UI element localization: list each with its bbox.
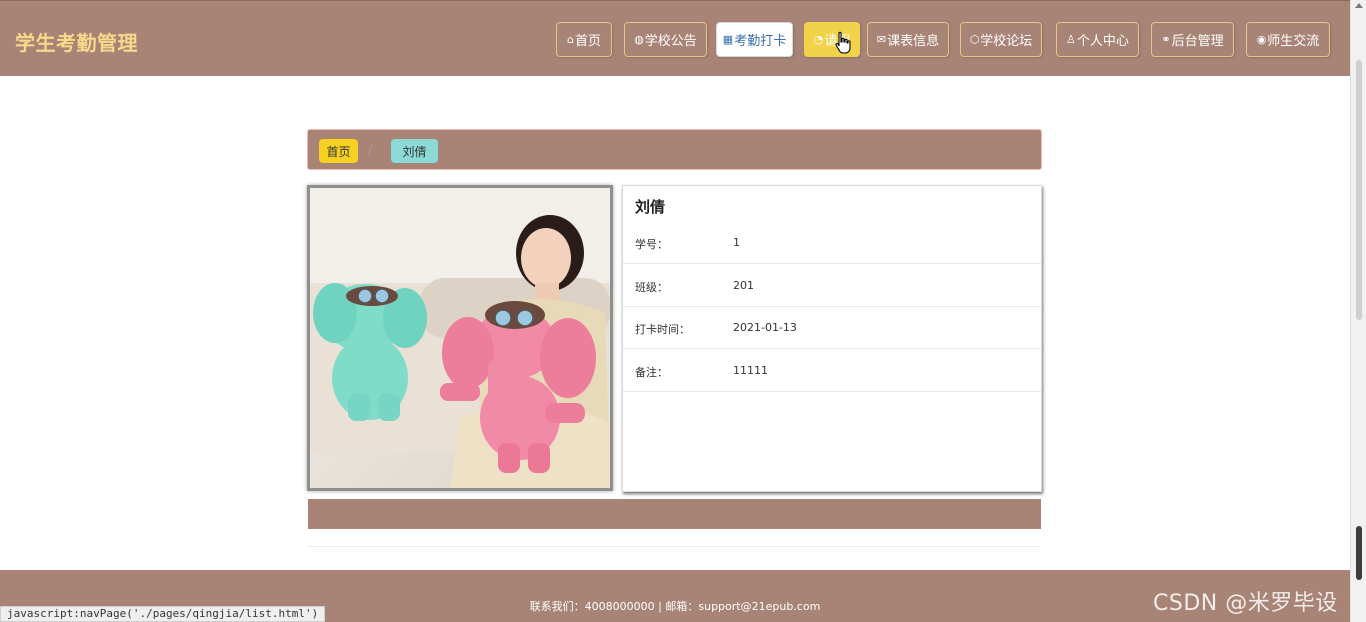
detail-value: 2021-01-13	[733, 321, 797, 334]
cube-icon: ⬡	[969, 33, 980, 46]
breadcrumb-separator: /	[368, 143, 373, 157]
hand-cursor-icon	[835, 31, 851, 54]
nav-item-label: 学校论坛	[980, 34, 1033, 49]
nav-item-label: 学校公告	[644, 34, 697, 49]
detail-label: 备注：	[635, 366, 668, 379]
nav-item-communication[interactable]: ◉ 师生交流	[1246, 22, 1330, 57]
detail-card: 刘倩 学号： 1 班级： 201 打卡时间： 2021-01-13 备注： 11…	[622, 185, 1042, 492]
detail-label: 学号：	[635, 238, 668, 251]
calendar-icon: ▦	[722, 33, 734, 46]
breadcrumb-current: 刘倩	[391, 139, 438, 163]
detail-value: 11111	[733, 364, 768, 377]
detail-name-title: 刘倩	[635, 198, 666, 216]
nav-item-label: 后台管理	[1171, 34, 1224, 49]
gauge-icon: ◔	[813, 33, 824, 46]
nav-item-timetable[interactable]: ✉ 课表信息	[867, 22, 949, 57]
nav-item-profile[interactable]: ♙ 个人中心	[1056, 22, 1139, 57]
detail-row-checkin-time: 打卡时间： 2021-01-13	[623, 306, 1041, 349]
detail-photo	[307, 185, 613, 491]
nav-item-announcements[interactable]: ◍ 学校公告	[624, 22, 707, 57]
scrollbar-thumb[interactable]	[1356, 526, 1362, 580]
detail-row-student-id: 学号： 1	[623, 221, 1041, 264]
nav-item-admin[interactable]: ⚭ 后台管理	[1151, 22, 1234, 57]
envelope-icon: ✉	[876, 33, 887, 46]
scrollbar-track-highlight	[1356, 60, 1362, 320]
detail-row-remarks: 备注： 11111	[623, 349, 1041, 392]
photo-image	[310, 188, 610, 488]
breadcrumb-home-link[interactable]: 首页	[319, 139, 358, 163]
nav-item-label: 个人中心	[1076, 34, 1129, 49]
scroll-up-arrow-icon[interactable]	[1355, 3, 1363, 8]
nav-item-attendance[interactable]: ▦ 考勤打卡	[716, 22, 793, 57]
detail-label: 班级：	[635, 281, 668, 294]
content-bottom-bar	[308, 499, 1041, 529]
breadcrumb: 首页 / 刘倩	[307, 129, 1042, 170]
link-icon: ⚭	[1161, 33, 1171, 46]
top-header: 学生考勤管理 ⌂ 首页 ◍ 学校公告 ▦ 考勤打卡 ◔ 请假 ✉ 课表信息 ⬡ …	[0, 0, 1350, 76]
user-icon: ♙	[1066, 33, 1076, 46]
detail-label: 打卡时间：	[635, 323, 690, 336]
nav-item-home[interactable]: ⌂ 首页	[556, 22, 612, 57]
detail-row-class: 班级： 201	[623, 264, 1041, 307]
detail-value: 201	[733, 279, 754, 292]
nav-item-forum[interactable]: ⬡ 学校论坛	[960, 22, 1042, 57]
site-title[interactable]: 学生考勤管理	[15, 27, 138, 56]
watermark-text: CSDN @米罗毕设	[1153, 591, 1338, 616]
globe-icon: ◍	[634, 33, 644, 46]
nav-item-label: 首页	[574, 34, 601, 49]
nav-item-label: 考勤打卡	[734, 34, 787, 49]
compass-icon: ◉	[1256, 33, 1267, 46]
content-divider	[308, 546, 1041, 547]
home-icon: ⌂	[567, 33, 574, 46]
nav-item-label: 师生交流	[1267, 34, 1320, 49]
browser-status-bar: javascript:navPage('./pages/qingjia/list…	[0, 606, 326, 622]
page-scrollbar[interactable]	[1350, 0, 1366, 622]
nav-item-label: 课表信息	[887, 34, 940, 49]
detail-value: 1	[733, 236, 740, 249]
